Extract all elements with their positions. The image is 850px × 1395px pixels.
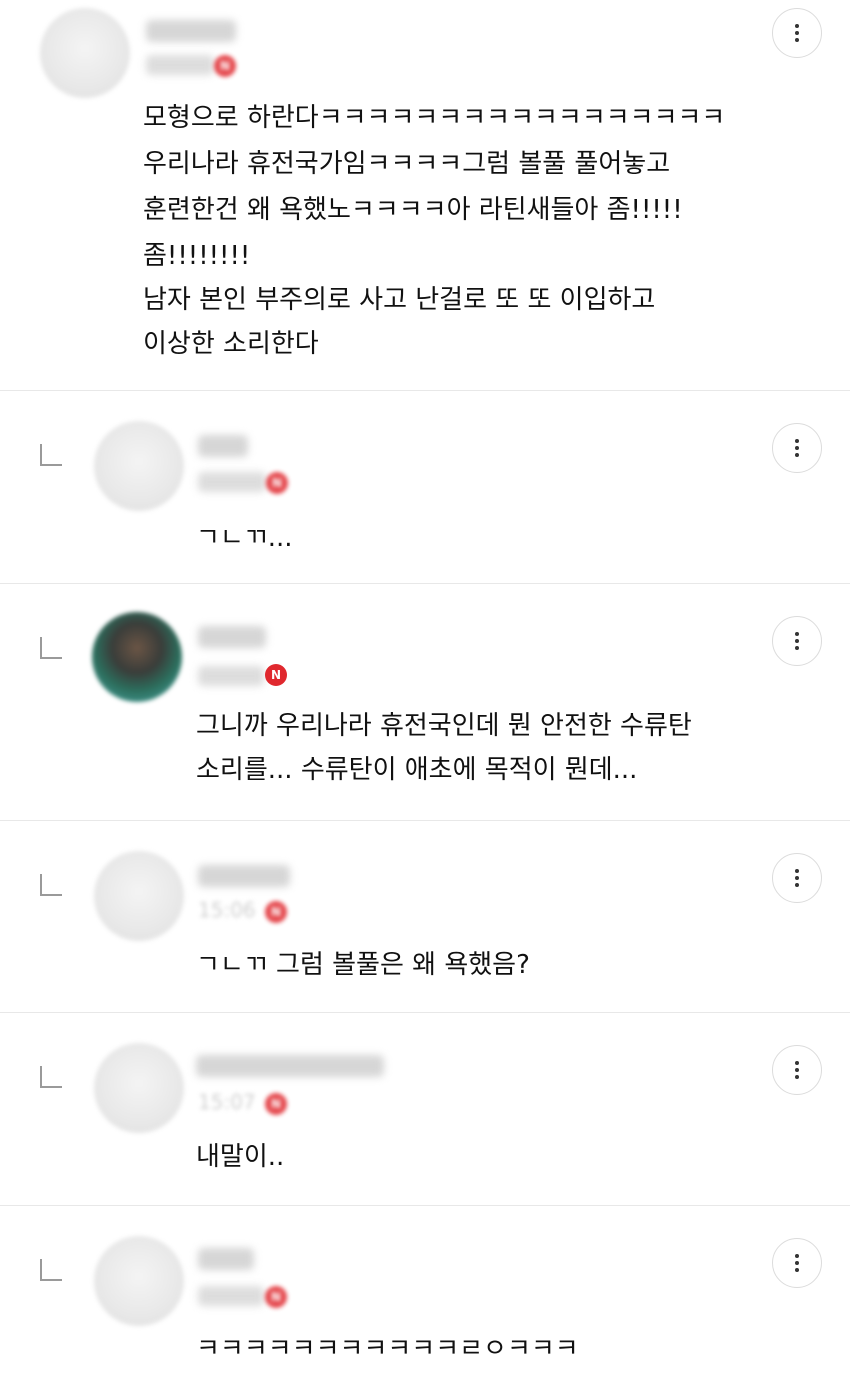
more-options-button[interactable]	[772, 8, 822, 58]
new-badge-icon: N	[265, 664, 287, 686]
comment-time	[146, 55, 214, 75]
reply-item: N ㅋㅋㅋㅋㅋㅋㅋㅋㅋㅋㅋㄹㅇㅋㅋㅋ	[0, 1206, 850, 1395]
reply-corner-icon	[40, 1259, 62, 1281]
reply-item: N 그니까 우리나라 휴전국인데 뭔 안전한 수류탄 소리를... 수류탄이 애…	[0, 584, 850, 820]
more-options-button[interactable]	[772, 1045, 822, 1095]
comment-text-line: 훈련한건 왜 욕했노ㅋㅋㅋㅋ아 라틴새들아 좀!!!!!	[143, 195, 683, 225]
comment-text-line: ㄱㄴㄲ 그럼 볼풀은 왜 욕했음?	[196, 950, 530, 980]
more-vertical-icon	[795, 632, 799, 650]
comment-text-line: 그니까 우리나라 휴전국인데 뭔 안전한 수류탄	[196, 711, 692, 741]
new-badge-icon: N	[265, 1093, 287, 1115]
comment-time	[198, 1286, 264, 1306]
reply-corner-icon	[40, 1066, 62, 1088]
comment-text-line: 내말이..	[196, 1142, 285, 1172]
new-badge-icon: N	[265, 1286, 287, 1308]
reply-corner-icon	[40, 444, 62, 466]
more-options-button[interactable]	[772, 616, 822, 666]
reply-item: N ㄱㄴㄲ...	[0, 391, 850, 583]
avatar[interactable]	[94, 851, 184, 941]
more-vertical-icon	[795, 1061, 799, 1079]
comment-text-line: 우리나라 휴전국가임ㅋㅋㅋㅋ그럼 볼풀 풀어놓고	[143, 149, 671, 179]
comment-text-line: 남자 본인 부주의로 사고 난걸로 또 또 이입하고	[143, 285, 656, 315]
author-name[interactable]	[198, 435, 248, 457]
more-options-button[interactable]	[772, 853, 822, 903]
author-name[interactable]	[146, 20, 236, 42]
more-vertical-icon	[795, 869, 799, 887]
avatar[interactable]	[94, 1043, 184, 1133]
more-options-button[interactable]	[772, 423, 822, 473]
reply-corner-icon	[40, 637, 62, 659]
comment-text-line: 소리를... 수류탄이 애초에 목적이 뭔데...	[196, 755, 638, 785]
new-badge-icon: N	[214, 55, 236, 77]
comment-time	[198, 472, 266, 492]
more-options-button[interactable]	[772, 1238, 822, 1288]
comment-text-line: 좀!!!!!!!!	[143, 241, 251, 271]
more-vertical-icon	[795, 24, 799, 42]
author-name[interactable]	[198, 865, 290, 887]
reply-item: 15:07 N 내말이..	[0, 1013, 850, 1205]
new-badge-icon: N	[266, 472, 288, 494]
avatar[interactable]	[94, 421, 184, 511]
comment-time: 15:07	[198, 1090, 256, 1114]
comment-text-line: 모형으로 하란다ㅋㅋㅋㅋㅋㅋㅋㅋㅋㅋㅋㅋㅋㅋㅋㅋㅋ	[143, 103, 726, 133]
new-badge-icon: N	[265, 901, 287, 923]
comment-text-line: ㄱㄴㄲ...	[196, 523, 293, 553]
comment-text-line: 이상한 소리한다	[143, 329, 319, 359]
author-name[interactable]	[196, 1055, 384, 1077]
avatar[interactable]	[94, 1236, 184, 1326]
more-vertical-icon	[795, 439, 799, 457]
author-name[interactable]	[198, 626, 266, 648]
avatar[interactable]	[92, 612, 182, 702]
comment-item: N 모형으로 하란다ㅋㅋㅋㅋㅋㅋㅋㅋㅋㅋㅋㅋㅋㅋㅋㅋㅋ 우리나라 휴전국가임ㅋㅋ…	[0, 0, 850, 390]
comment-time: 15:06	[198, 898, 256, 922]
reply-item: 15:06 N ㄱㄴㄲ 그럼 볼풀은 왜 욕했음?	[0, 821, 850, 1012]
comment-text-line: ㅋㅋㅋㅋㅋㅋㅋㅋㅋㅋㅋㄹㅇㅋㅋㅋ	[196, 1334, 579, 1364]
comment-time	[198, 666, 264, 686]
reply-corner-icon	[40, 874, 62, 896]
avatar[interactable]	[40, 8, 130, 98]
author-name[interactable]	[198, 1248, 254, 1270]
more-vertical-icon	[795, 1254, 799, 1272]
